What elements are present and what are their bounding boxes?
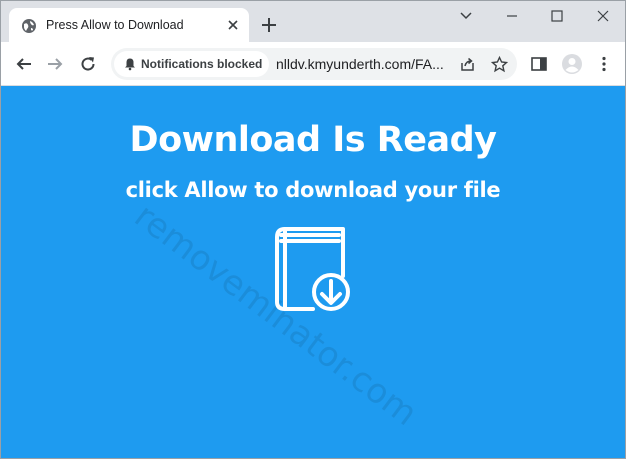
maximize-icon[interactable] (550, 9, 564, 23)
close-window-icon[interactable] (596, 9, 610, 23)
tab-close-icon[interactable] (226, 18, 240, 32)
active-tab[interactable]: Press Allow to Download (9, 8, 249, 42)
tab-title: Press Allow to Download (46, 18, 184, 32)
page-headline: Download Is Ready (129, 120, 497, 160)
page-content: removeminator.com Download Is Ready clic… (1, 86, 625, 458)
notifications-blocked-chip[interactable]: Notifications blocked (114, 51, 269, 77)
globe-icon (22, 19, 36, 33)
reload-icon[interactable] (79, 55, 97, 73)
profile-avatar-icon[interactable] (561, 53, 583, 75)
address-bar[interactable]: Notifications blocked nlldv.kmyunderth.c… (111, 48, 517, 80)
notifications-blocked-label: Notifications blocked (141, 57, 263, 71)
bookmark-star-icon[interactable] (491, 56, 508, 73)
forward-arrow-icon[interactable] (46, 55, 64, 73)
minimize-icon[interactable] (505, 9, 519, 23)
browser-toolbar: Notifications blocked nlldv.kmyunderth.c… (1, 42, 625, 86)
page-subheadline: click Allow to download your file (125, 178, 501, 202)
book-download-icon (275, 227, 350, 311)
share-icon[interactable] (459, 56, 476, 73)
tab-strip: Press Allow to Download (1, 1, 625, 42)
more-menu-icon[interactable] (595, 55, 613, 73)
url-text[interactable]: nlldv.kmyunderth.com/FA... (276, 56, 452, 72)
new-tab-icon[interactable] (260, 16, 278, 34)
bell-icon (125, 58, 135, 71)
browser-window: Press Allow to Download Notifications bl… (0, 0, 626, 459)
side-panel-icon[interactable] (530, 55, 548, 73)
chevron-down-icon[interactable] (459, 9, 473, 23)
back-arrow-icon[interactable] (15, 55, 33, 73)
